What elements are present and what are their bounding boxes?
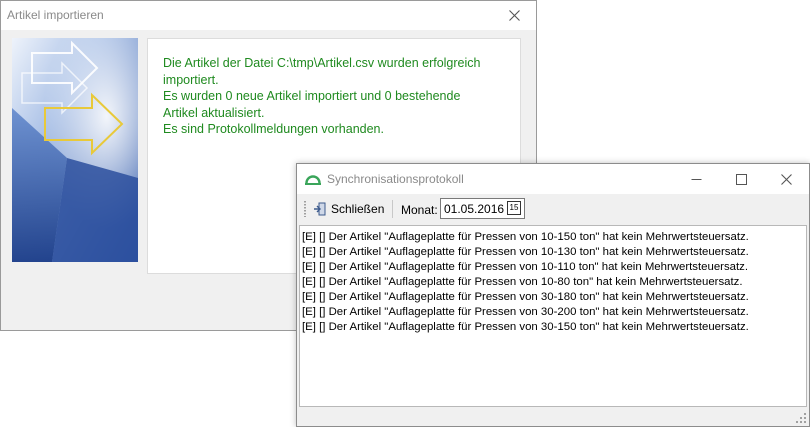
sync-log-titlebar[interactable]: Synchronisationsprotokoll (297, 164, 809, 194)
log-line: [E] [] Der Artikel "Auflageplatte für Pr… (302, 291, 749, 303)
month-label: Monat: (401, 203, 438, 217)
toolbar-separator (392, 200, 393, 218)
minimize-button[interactable] (674, 164, 719, 194)
log-line: [E] [] Der Artikel "Auflageplatte für Pr… (302, 261, 749, 273)
import-wizard-graphic (12, 38, 138, 262)
sync-log-dialog: Synchronisationsprotokoll Schließen Mona… (296, 163, 810, 427)
resize-grip-icon[interactable] (795, 412, 807, 424)
calendar-icon[interactable]: 15 (507, 201, 521, 215)
import-dialog-titlebar[interactable]: Artikel importieren (1, 1, 536, 30)
log-line: [E] [] Der Artikel "Auflageplatte für Pr… (302, 276, 743, 288)
sync-log-close-button[interactable] (764, 164, 809, 194)
minimize-icon (691, 178, 702, 180)
log-line: [E] [] Der Artikel "Auflageplatte für Pr… (302, 246, 749, 258)
maximize-button[interactable] (719, 164, 764, 194)
close-icon (781, 173, 792, 185)
sync-log-list[interactable]: [E] [] Der Artikel "Auflageplatte für Pr… (299, 225, 807, 407)
import-dialog-title: Artikel importieren (7, 8, 104, 22)
close-log-label: Schließen (331, 202, 385, 216)
close-icon (508, 10, 520, 21)
maximize-icon (736, 173, 747, 185)
status-bar (297, 407, 809, 426)
log-line: [E] [] Der Artikel "Auflageplatte für Pr… (302, 306, 749, 318)
sync-log-title: Synchronisationsprotokoll (327, 172, 464, 186)
exit-door-icon (314, 202, 326, 216)
month-date-picker[interactable]: 01.05.2016 15 (440, 198, 525, 219)
log-line: [E] [] Der Artikel "Auflageplatte für Pr… (302, 231, 749, 243)
toolbar-grip[interactable] (304, 201, 306, 217)
close-log-button[interactable]: Schließen (311, 199, 386, 219)
import-dialog-close-button[interactable] (492, 1, 536, 30)
app-logo-icon (305, 175, 321, 185)
sync-log-toolbar: Schließen Monat: 01.05.2016 15 (297, 194, 809, 224)
import-result-message: Die Artikel der Datei C:\tmp\Artikel.csv… (163, 56, 481, 136)
month-date-value: 01.05.2016 (444, 202, 505, 216)
log-line: [E] [] Der Artikel "Auflageplatte für Pr… (302, 321, 749, 333)
